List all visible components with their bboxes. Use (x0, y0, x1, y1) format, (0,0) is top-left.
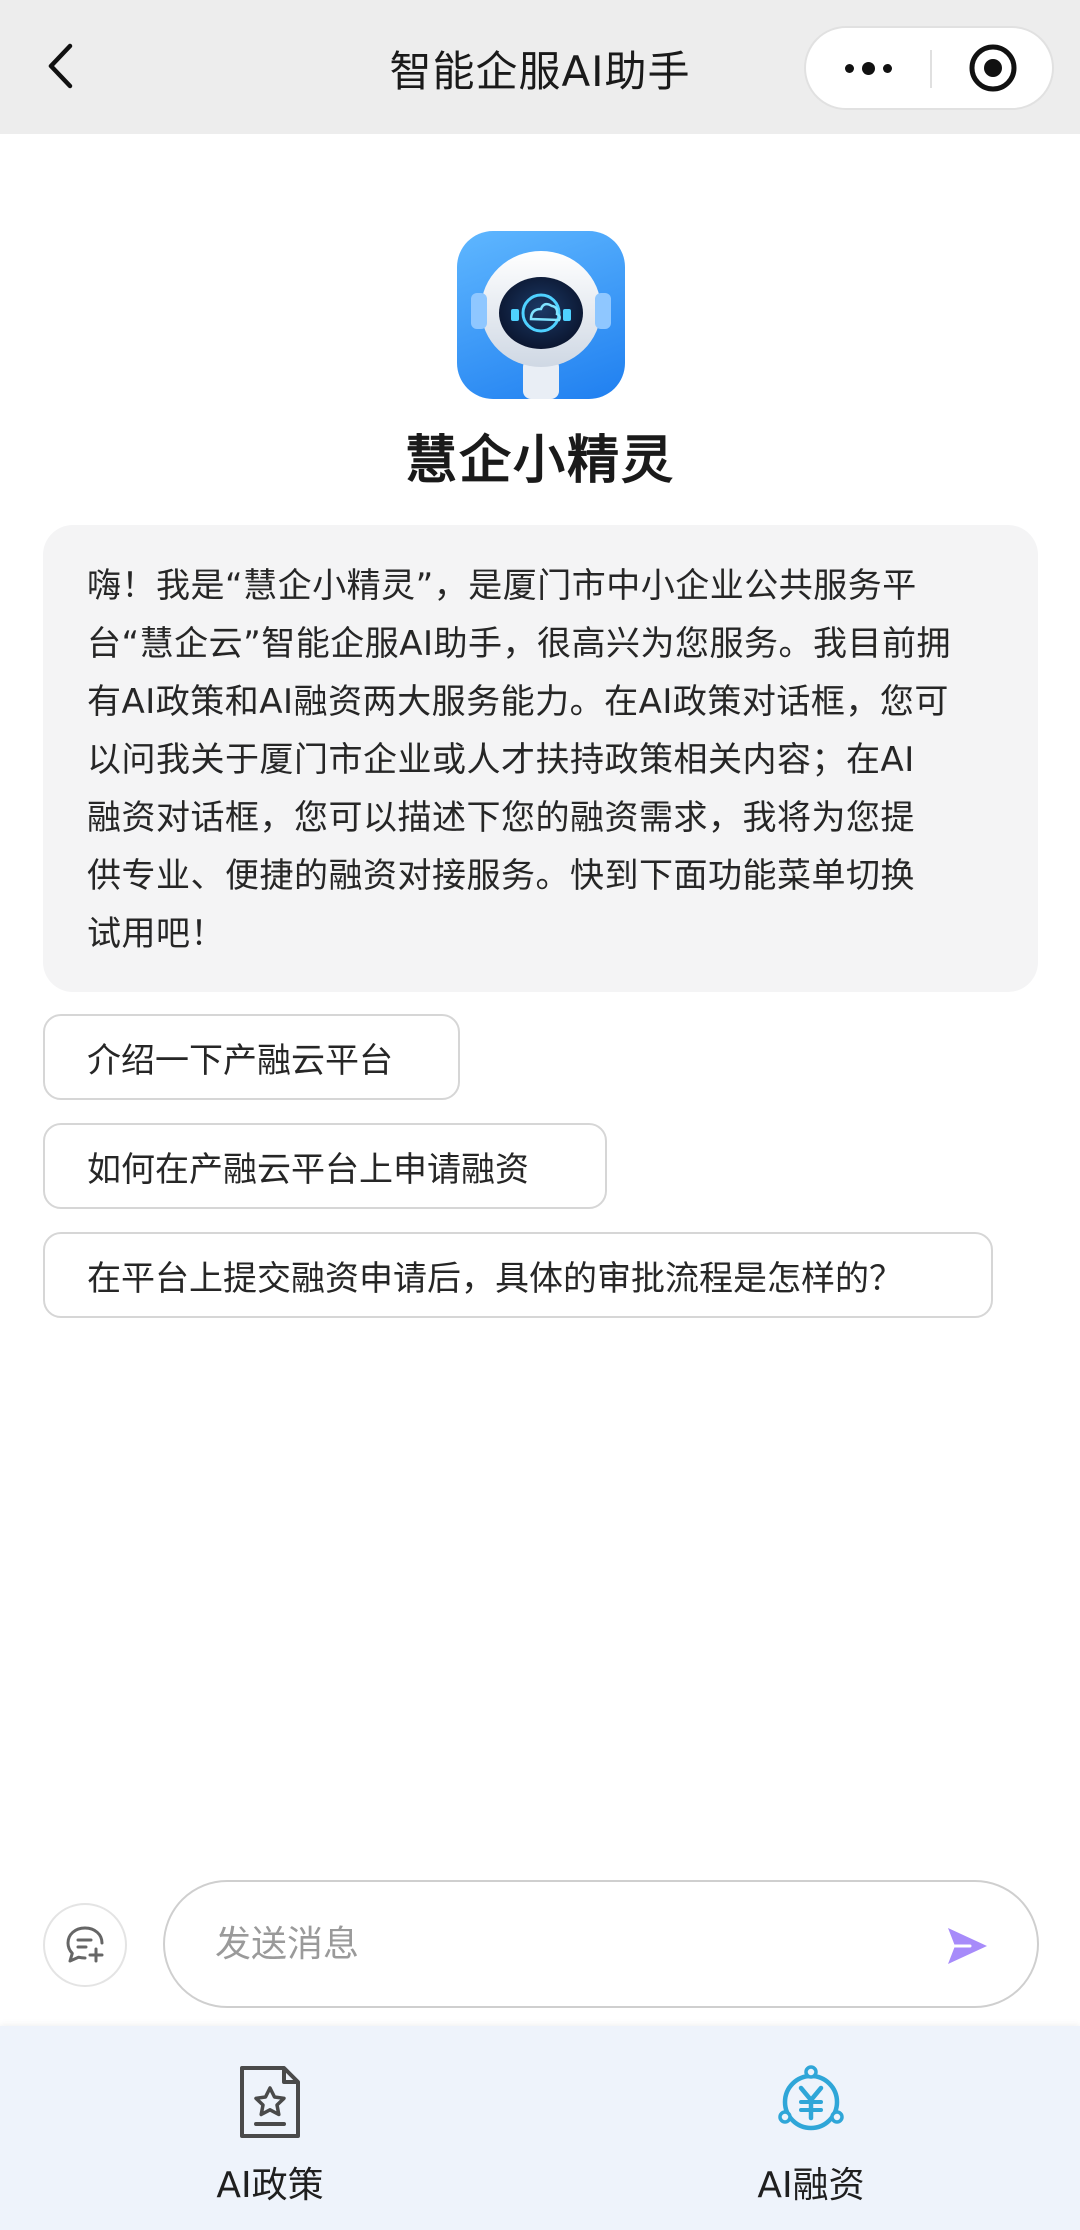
greeting-message-bubble: 嗨！我是“慧企小精灵”，是厦门市中小企业公共服务平 台“慧企云”智能企服AI助手… (43, 525, 1038, 992)
robot-icon (471, 251, 611, 399)
message-input[interactable] (215, 1906, 915, 1982)
greeting-line: 融资对话框，您可以描述下您的融资需求，我将为您提 (87, 798, 915, 838)
finance-yuan-icon (771, 2062, 851, 2142)
greeting-line: 试用吧！ (87, 914, 225, 954)
chat-add-icon (66, 1926, 104, 1963)
tab-ai-policy[interactable]: AI政策 (120, 2026, 420, 2230)
suggestion-chip-platform-intro[interactable]: 介绍一下产融云平台 (43, 1014, 460, 1100)
greeting-line: 以问我关于厦门市企业或人才扶持政策相关内容；在AI (87, 740, 915, 780)
chevron-left-icon (48, 43, 73, 89)
send-button[interactable] (937, 1916, 997, 1976)
bot-name: 慧企小精灵 (404, 431, 675, 491)
suggestion-chip-approval-process[interactable]: 在平台上提交融资申请后，具体的审批流程是怎样的？ (43, 1232, 993, 1318)
target-circle-icon (969, 44, 1017, 92)
bottom-tab-bar: AI政策 AI融资 (0, 2026, 1080, 2230)
more-button[interactable] (806, 28, 930, 108)
navigation-bar: 智能企服AI助手 (0, 0, 1080, 134)
greeting-line: 有AI政策和AI融资两大服务能力。在AI政策对话框，您可 (87, 682, 949, 722)
suggestion-chip-apply-financing[interactable]: 如何在产融云平台上申请融资 (43, 1123, 607, 1209)
mini-program-capsule (804, 26, 1054, 110)
greeting-line: 台“慧企云”智能企服AI助手，很高兴为您服务。我目前拥 (87, 624, 952, 664)
tab-ai-finance[interactable]: AI融资 (661, 2026, 961, 2230)
greeting-line: 嗨！我是“慧企小精灵”，是厦门市中小企业公共服务平 (87, 566, 917, 606)
more-dots-icon (844, 61, 892, 75)
message-input-container (163, 1880, 1039, 2008)
back-button[interactable] (38, 36, 82, 96)
bot-avatar (457, 231, 625, 399)
tab-ai-finance-label: AI融资 (757, 2165, 865, 2206)
tab-ai-policy-label: AI政策 (216, 2165, 324, 2206)
close-mini-program-button[interactable] (932, 28, 1054, 108)
send-arrow-icon (948, 1928, 987, 1964)
new-chat-button[interactable] (43, 1903, 127, 1987)
greeting-line: 供专业、便捷的融资对接服务。快到下面功能菜单切换 (87, 856, 915, 896)
policy-document-icon (230, 2062, 310, 2142)
